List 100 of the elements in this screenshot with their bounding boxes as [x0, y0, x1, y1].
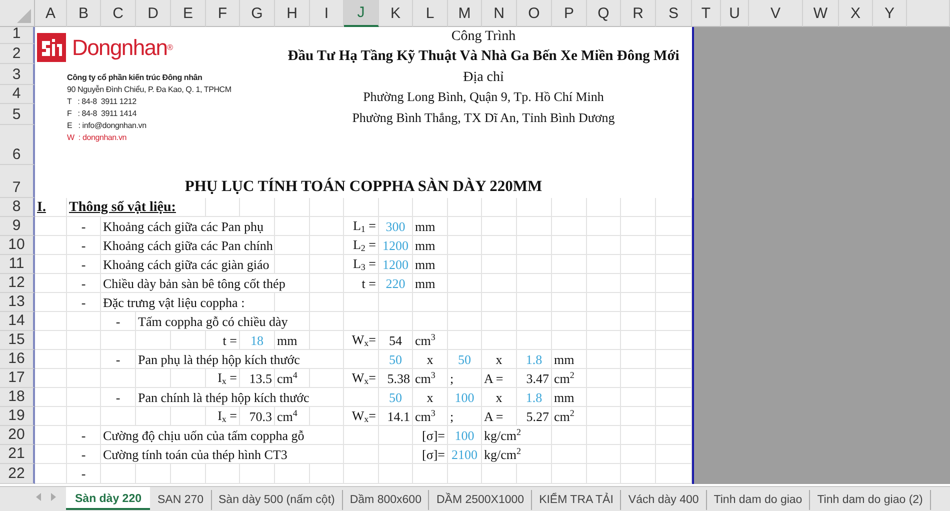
company-info-text: 90 Nguyễn Đình Chiểu, P. Đa Kao, Q. 1, TPHCM — [67, 84, 232, 95]
sheet-tab[interactable]: SAN 270 — [150, 490, 212, 510]
sheet-cell: 50 — [379, 350, 413, 369]
column-header[interactable]: J — [344, 0, 379, 27]
sheet-tab[interactable]: Dầm 800x600 — [342, 490, 430, 510]
column-header[interactable]: B — [67, 0, 101, 27]
sheet-cell: 50 — [448, 350, 482, 369]
sheet-cell: cm$^{3}$ — [413, 407, 448, 426]
row-header[interactable]: 19 — [0, 407, 35, 426]
sheet-cell: I. — [35, 198, 67, 217]
row-header[interactable]: 22 — [0, 464, 35, 484]
row-header[interactable]: 21 — [0, 445, 35, 464]
row-header[interactable]: 10 — [0, 236, 35, 255]
sheet-cell: I$_{x}$ = — [206, 369, 240, 388]
sheet-cell: cm$^{3}$ — [413, 369, 448, 388]
sheet-cell: - — [67, 236, 101, 255]
sheet-cell: Khoảng cách giữa các Pan chính — [101, 236, 275, 255]
row-header[interactable]: 1 — [0, 27, 35, 44]
sheet-cell: 70.3 — [240, 407, 275, 426]
column-header[interactable]: D — [136, 0, 171, 27]
sheet-cell: cm$^{4}$ — [275, 369, 310, 388]
column-header[interactable]: W — [803, 0, 839, 27]
row-header[interactable]: 17 — [0, 369, 35, 388]
sheet-cell: cm$^{2}$ — [552, 369, 587, 388]
row-header[interactable]: 6 — [0, 125, 35, 165]
column-header[interactable] — [907, 0, 950, 27]
row-header[interactable]: 18 — [0, 388, 35, 407]
sheet-cell: W$_{x}$= — [344, 331, 379, 350]
column-header[interactable]: C — [101, 0, 136, 27]
row-header[interactable]: 15 — [0, 331, 35, 350]
row-header[interactable]: 12 — [0, 274, 35, 293]
website-link[interactable]: W : dongnhan.vn — [67, 132, 127, 143]
sheet-tab[interactable]: Sàn dày 500 (nấm cột) — [212, 490, 343, 510]
row-header[interactable]: 2 — [0, 44, 35, 64]
column-header[interactable]: X — [839, 0, 873, 27]
column-header[interactable]: V — [749, 0, 803, 27]
sheet-cell: mm — [275, 331, 310, 350]
sheet-cell: 300 — [379, 217, 413, 236]
sheet-tab[interactable]: Tinh dam do giao — [706, 490, 810, 510]
column-header[interactable]: L — [413, 0, 448, 27]
column-header[interactable]: F — [206, 0, 240, 27]
row-header[interactable]: 20 — [0, 426, 35, 445]
column-header[interactable]: U — [721, 0, 749, 27]
scroll-right-icon[interactable] — [50, 493, 56, 501]
column-header[interactable]: Y — [873, 0, 907, 27]
column-header[interactable]: T — [692, 0, 721, 27]
column-header[interactable]: P — [552, 0, 587, 27]
logo-icon — [37, 33, 66, 62]
sheet-cell: ; — [448, 407, 482, 426]
row-header[interactable]: 11 — [0, 255, 35, 274]
column-header[interactable]: R — [621, 0, 656, 27]
row-header[interactable]: 16 — [0, 350, 35, 369]
row-header[interactable]: 4 — [0, 85, 35, 104]
row-header[interactable]: 5 — [0, 104, 35, 125]
column-header[interactable]: Q — [587, 0, 621, 27]
sheet-cell: - — [67, 464, 101, 484]
corner-triangle-icon — [17, 9, 31, 23]
sheet-cell: 54 — [379, 331, 413, 350]
scroll-left-icon[interactable] — [36, 493, 42, 501]
sheet-tab[interactable]: KIỂM TRA TẢI — [532, 490, 622, 510]
column-header[interactable]: E — [171, 0, 206, 27]
sheet-cell: x — [413, 350, 448, 369]
row-header[interactable]: 9 — [0, 217, 35, 236]
sheet-cell: 220 — [379, 274, 413, 293]
row-header[interactable]: 8 — [0, 198, 35, 217]
row-header[interactable]: 3 — [0, 64, 35, 85]
sheet-cell: 14.1 — [379, 407, 413, 426]
row-header[interactable]: 7 — [0, 165, 35, 198]
column-header[interactable]: N — [482, 0, 517, 27]
column-header[interactable]: H — [275, 0, 310, 27]
column-header[interactable]: A — [35, 0, 67, 27]
company-info-text: F : 84-8 3911 1414 — [67, 108, 136, 119]
column-header[interactable]: K — [379, 0, 413, 27]
sheet-cell: 50 — [379, 388, 413, 407]
sheet-cell: Thông số vật liệu: — [67, 198, 206, 217]
sheet-cell: Cường độ chịu uốn của tấm coppha gỗ — [101, 426, 344, 445]
row-header[interactable]: 13 — [0, 293, 35, 312]
sheet-cell: 18 — [240, 331, 275, 350]
row-header[interactable]: 14 — [0, 312, 35, 331]
sheet-cell: mm — [413, 236, 448, 255]
sheet-cell: mm — [413, 255, 448, 274]
sheet-tab[interactable]: Sàn dày 220 — [66, 487, 150, 510]
sheet-tab[interactable]: Vách dày 400 — [621, 490, 707, 510]
sheet-cell: 1.8 — [517, 350, 552, 369]
column-header[interactable]: S — [656, 0, 692, 27]
sheet-tab[interactable]: DẦM 2500X1000 — [429, 490, 532, 510]
sheet-cell: W$_{x}$= — [344, 407, 379, 426]
sheet-cell: 1200 — [379, 255, 413, 274]
sheet-cell: 100 — [448, 426, 482, 445]
column-header[interactable]: I — [310, 0, 344, 27]
sheet-cell: t = — [344, 274, 379, 293]
sheet-tab[interactable]: Tinh dam do giao (2) — [810, 490, 931, 510]
column-header[interactable]: O — [517, 0, 552, 27]
sheet-cell: 5.27 — [517, 407, 552, 426]
sheet-cell: Đặc trưng vật liệu coppha : — [101, 293, 275, 312]
column-header[interactable]: M — [448, 0, 482, 27]
sheet-cell: 1.8 — [517, 388, 552, 407]
company-info-text: E : info@dongnhan.vn — [67, 120, 146, 131]
sheet-cell: x — [413, 388, 448, 407]
column-header[interactable]: G — [240, 0, 275, 27]
